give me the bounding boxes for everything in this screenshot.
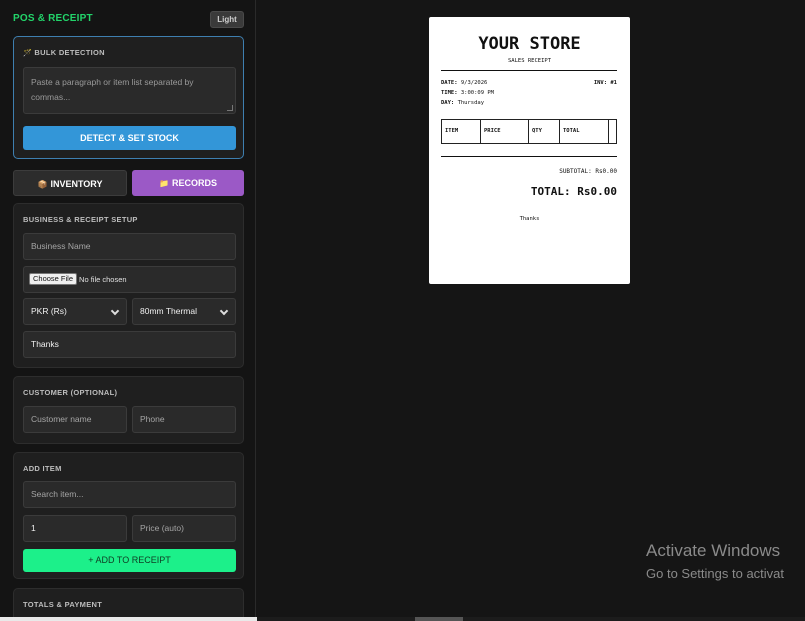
customer-phone-input[interactable]: Phone: [132, 406, 236, 433]
resize-handle-icon[interactable]: [227, 105, 233, 111]
theme-toggle-button[interactable]: Light: [210, 11, 244, 28]
folder-icon: 📁: [159, 179, 169, 188]
receipt-divider: [441, 70, 617, 71]
customer-title: CUSTOMER (OPTIONAL): [23, 388, 118, 397]
logo-file-input[interactable]: Choose File No file chosen: [23, 266, 236, 293]
receipt-day: DAY: Thursday: [441, 100, 485, 106]
receipt-footer: Thanks: [519, 216, 540, 222]
bulk-detection-title: 🪄 BULK DETECTION: [23, 48, 105, 57]
box-icon: 📦: [37, 180, 48, 189]
activation-watermark-title: Activate Windows: [646, 541, 781, 560]
scrollbar-thumb[interactable]: [415, 617, 463, 621]
business-name-input[interactable]: Business Name: [23, 233, 236, 260]
receipt-column-header: TOTAL: [560, 120, 609, 143]
item-search-input[interactable]: Search item...: [23, 481, 236, 508]
file-status: No file chosen: [79, 275, 127, 285]
receipt-total: TOTAL: Rs0.00: [530, 185, 617, 198]
tab-inventory[interactable]: 📦 INVENTORY: [13, 170, 127, 196]
receipt-time: TIME: 3:00:09 PM: [441, 90, 494, 96]
add-item-card: ADD ITEM Search item... 1 Price (auto) +…: [13, 452, 244, 579]
choose-file-button[interactable]: Choose File: [29, 272, 78, 285]
footer-message-input[interactable]: Thanks: [23, 331, 236, 358]
bulk-detection-card: 🪄 BULK DETECTION Paste a paragraph or it…: [13, 36, 244, 159]
receipt-invoice-number: INV: #1: [593, 80, 617, 86]
totals-title: TOTALS & PAYMENT: [23, 600, 103, 609]
window-bottom-strip: [0, 617, 266, 621]
price-input[interactable]: Price (auto): [132, 515, 236, 542]
chevron-down-icon: [219, 306, 229, 316]
activation-watermark-subtitle: Go to Settings to activat: [646, 566, 785, 581]
add-item-title: ADD ITEM: [23, 464, 62, 473]
bulk-text-input[interactable]: Paste a paragraph or item list separated…: [23, 67, 236, 114]
receipt-divider: [441, 156, 617, 157]
header: POS & RECEIPT Light: [13, 11, 244, 29]
tab-records[interactable]: 📁 RECORDS: [132, 170, 244, 196]
receipt-items-table: ITEM PRICE QTY TOTAL: [441, 119, 617, 144]
setup-title: BUSINESS & RECEIPT SETUP: [23, 215, 138, 224]
receipt-subtotal: SUBTOTAL: Rs0.00: [559, 168, 617, 175]
add-to-receipt-button[interactable]: + ADD TO RECEIPT: [23, 549, 236, 572]
horizontal-scrollbar[interactable]: [257, 617, 805, 621]
paper-size-select[interactable]: 80mm Thermal: [132, 298, 236, 325]
quantity-input[interactable]: 1: [23, 515, 127, 542]
receipt-subtitle: SALES RECEIPT: [507, 58, 552, 64]
receipt-store-name: YOUR STORE: [478, 34, 581, 54]
customer-name-input[interactable]: Customer name: [23, 406, 127, 433]
receipt-column-header: PRICE: [481, 120, 529, 143]
customer-card: CUSTOMER (OPTIONAL) Customer name Phone: [13, 376, 244, 444]
sidebar: POS & RECEIPT Light 🪄 BULK DETECTION Pas…: [0, 0, 256, 621]
chevron-down-icon: [110, 306, 120, 316]
detect-stock-button[interactable]: DETECT & SET STOCK: [23, 126, 236, 150]
currency-select[interactable]: PKR (Rs): [23, 298, 127, 325]
wand-icon: 🪄: [23, 50, 33, 57]
receipt-column-header: ITEM: [442, 120, 481, 143]
receipt-preview-area: YOUR STORE SALES RECEIPT DATE: 9/3/2026 …: [257, 0, 805, 617]
app-title: POS & RECEIPT: [13, 13, 93, 24]
receipt-date: DATE: 9/3/2026: [441, 80, 488, 86]
receipt-preview: YOUR STORE SALES RECEIPT DATE: 9/3/2026 …: [429, 17, 630, 284]
business-setup-card: BUSINESS & RECEIPT SETUP Business Name C…: [13, 203, 244, 368]
receipt-column-header: QTY: [529, 120, 560, 143]
